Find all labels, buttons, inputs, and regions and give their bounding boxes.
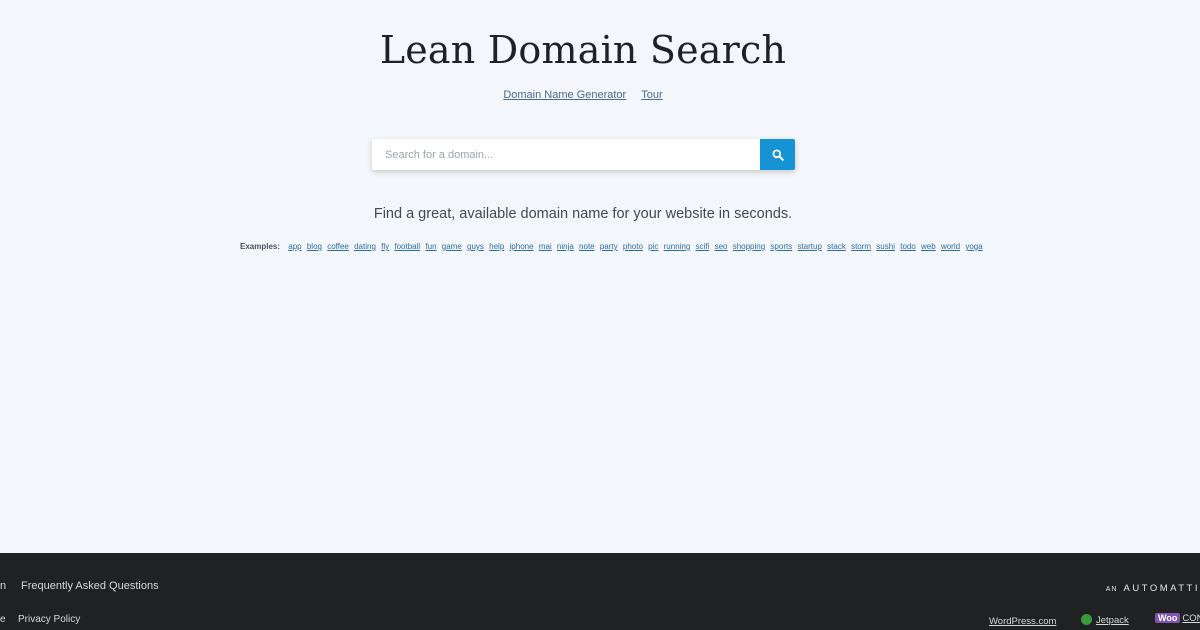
top-nav: Domain Name Generator Tour — [0, 89, 1166, 101]
footer: n Frequently Asked Questions e Privacy P… — [0, 553, 1200, 630]
example-link[interactable]: photo — [623, 242, 643, 251]
example-link[interactable]: yoga — [965, 242, 982, 251]
product-wordpress-label: WordPress.com — [989, 616, 1057, 627]
example-link[interactable]: pic — [648, 242, 658, 251]
footer-link-partial[interactable]: n — [0, 580, 6, 592]
example-link[interactable]: game — [442, 242, 462, 251]
example-link[interactable]: sushi — [876, 242, 895, 251]
jetpack-icon — [1081, 614, 1092, 625]
example-link[interactable]: fun — [425, 242, 436, 251]
search-icon — [772, 149, 784, 161]
example-link[interactable]: running — [664, 242, 691, 251]
example-link[interactable]: guys — [467, 242, 484, 251]
nav-link-tour[interactable]: Tour — [641, 89, 662, 101]
example-link[interactable]: sports — [770, 242, 792, 251]
example-link[interactable]: scifi — [696, 242, 710, 251]
example-link[interactable]: iphone — [510, 242, 534, 251]
example-link[interactable]: football — [394, 242, 420, 251]
example-link[interactable]: dating — [354, 242, 376, 251]
search-box — [372, 139, 795, 170]
product-woocommerce[interactable]: WooCON — [1155, 613, 1200, 624]
automattic-brand[interactable]: AN AUTOMATTI — [1106, 583, 1200, 594]
example-link[interactable]: note — [579, 242, 595, 251]
example-link[interactable]: web — [921, 242, 936, 251]
product-jetpack[interactable]: Jetpack — [1081, 614, 1129, 626]
footer-link-privacy-policy[interactable]: Privacy Policy — [18, 614, 80, 625]
example-link[interactable]: mai — [539, 242, 552, 251]
example-link[interactable]: party — [600, 242, 618, 251]
page-title: Lean Domain Search — [379, 28, 787, 72]
search-input[interactable] — [372, 139, 760, 170]
example-link[interactable]: startup — [797, 242, 821, 251]
footer-link-faq[interactable]: Frequently Asked Questions — [21, 580, 159, 592]
main-content: Lean Domain Search Domain Name Generator… — [0, 0, 1200, 553]
tagline: Find a great, available domain name for … — [373, 206, 793, 222]
example-link[interactable]: world — [941, 242, 960, 251]
examples-label: Examples: — [240, 242, 281, 251]
example-link[interactable]: shopping — [733, 242, 765, 251]
example-link[interactable]: coffee — [327, 242, 349, 251]
nav-link-domain-name-generator[interactable]: Domain Name Generator — [503, 89, 626, 101]
example-link[interactable]: fly — [381, 242, 389, 251]
brand-prefix: AN — [1105, 586, 1118, 593]
product-woocommerce-label: CON — [1182, 613, 1200, 624]
brand-name: AUTOMATTI — [1123, 583, 1200, 594]
product-jetpack-label: Jetpack — [1096, 615, 1129, 626]
example-link[interactable]: app — [288, 242, 301, 251]
product-wordpress[interactable]: WordPress.com — [989, 616, 1056, 627]
footer-link-partial-2[interactable]: e — [0, 614, 6, 625]
example-link[interactable]: stack — [827, 242, 846, 251]
woocommerce-icon: Woo — [1155, 613, 1181, 623]
example-link[interactable]: blog — [307, 242, 322, 251]
example-link[interactable]: todo — [900, 242, 916, 251]
example-link[interactable]: storm — [851, 242, 871, 251]
examples-list: Examples: app blog coffee dating fly foo… — [240, 242, 983, 251]
example-link[interactable]: seo — [715, 242, 728, 251]
search-button[interactable] — [760, 139, 795, 170]
page: Lean Domain Search Domain Name Generator… — [0, 0, 1200, 630]
example-link[interactable]: ninja — [557, 242, 574, 251]
example-link[interactable]: help — [489, 242, 504, 251]
